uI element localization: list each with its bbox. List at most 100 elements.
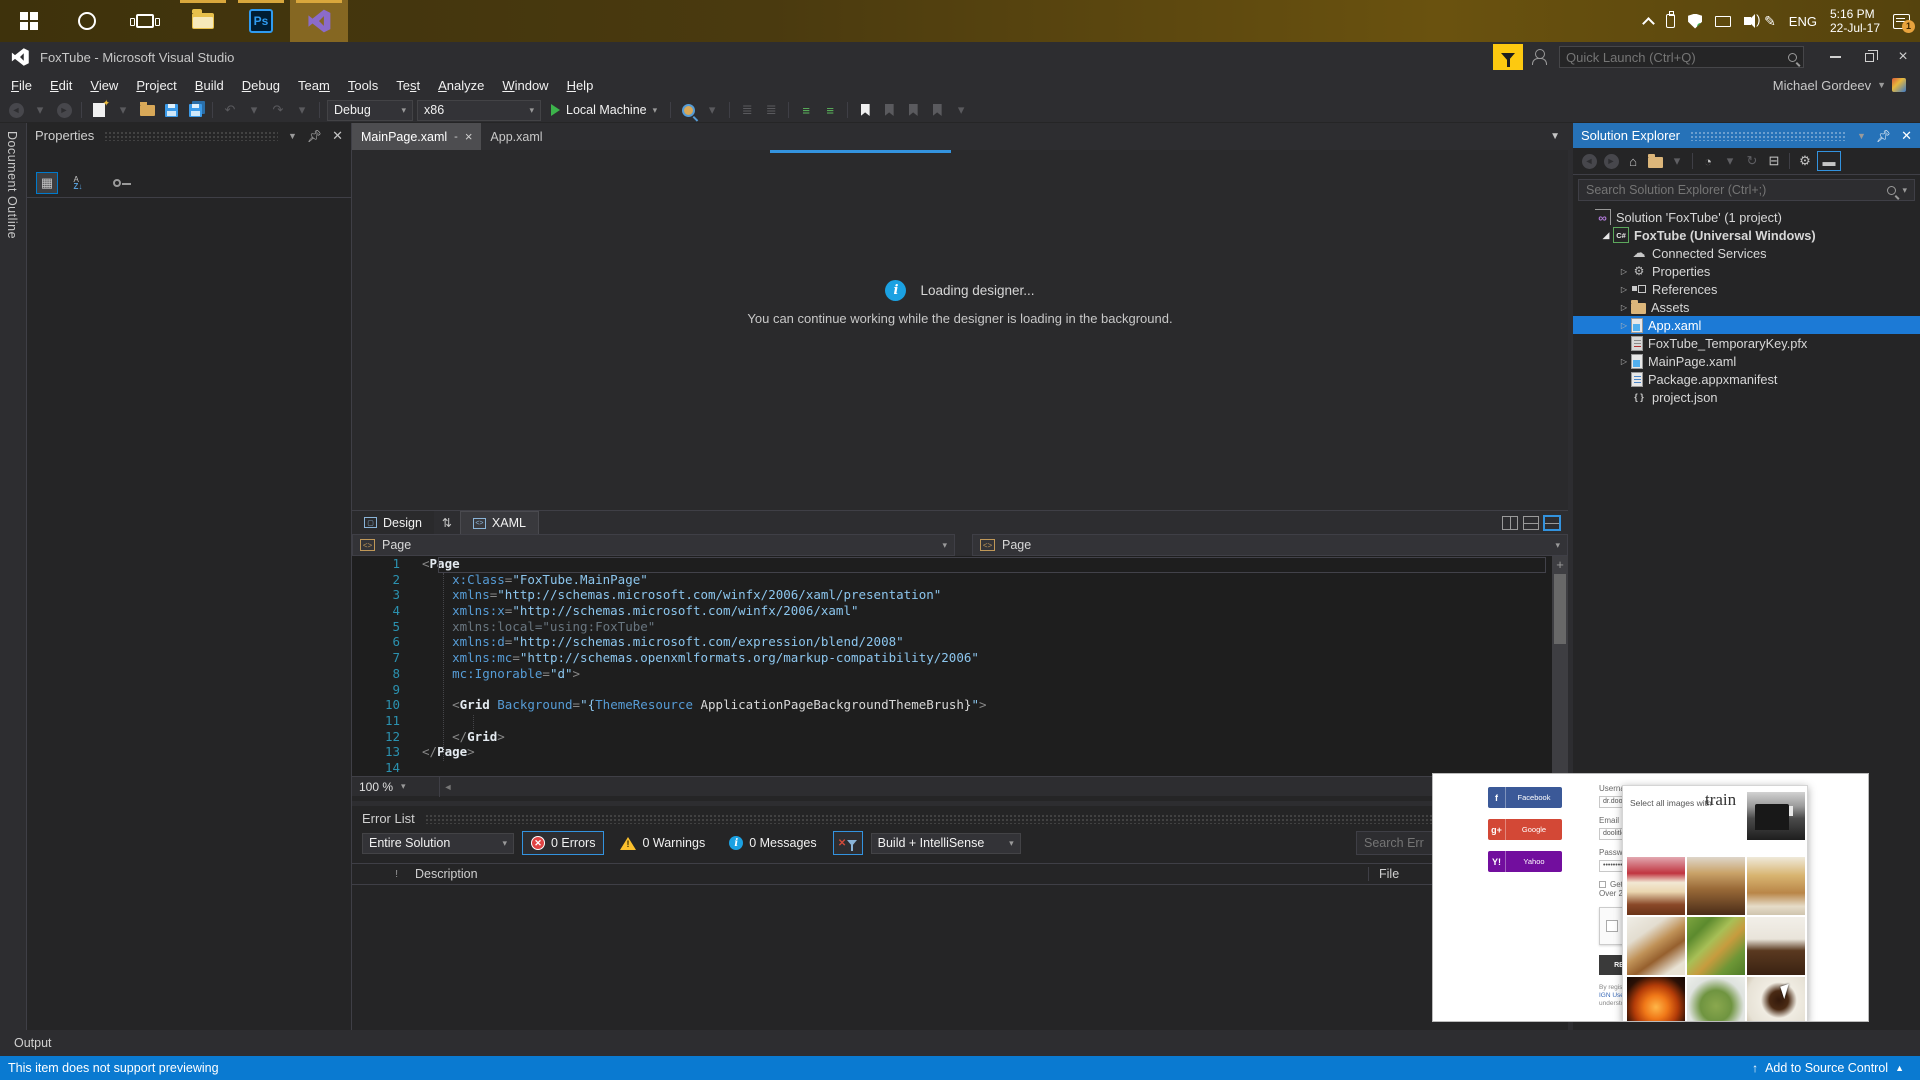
file-explorer-button[interactable]	[174, 0, 232, 42]
element-navigator-right[interactable]: <> Page ▾	[972, 534, 1568, 556]
menu-analyze[interactable]: Analyze	[429, 75, 493, 96]
redo-dropdown[interactable]: ▾	[292, 100, 312, 120]
pin-icon[interactable]: 📌︎	[1876, 129, 1891, 143]
tree-item-connected-services[interactable]: Connected Services	[1573, 244, 1920, 262]
tab-list-dropdown[interactable]: ▼	[1550, 131, 1568, 142]
video-overlay[interactable]: f Facebook g+ Google Y! Yahoo Userna dr.dool …	[1432, 773, 1869, 1022]
uncomment-button[interactable]: ≣	[761, 100, 781, 120]
document-tab-mainpage.xaml[interactable]: MainPage.xaml - ×	[352, 123, 482, 150]
pending-changes-filter-button[interactable]: ◔	[1698, 151, 1718, 171]
solution-platform-combo[interactable]: x86 ▾	[417, 99, 541, 121]
code-line[interactable]: 2 x:Class="FoxTube.MainPage"	[352, 572, 1568, 588]
captcha-tile-coffee-cup[interactable]	[1747, 977, 1805, 1021]
alphabetical-sort-button[interactable]: A Z↓	[67, 172, 89, 194]
properties-header[interactable]: Properties ▼ 📌︎ ✕	[27, 123, 351, 148]
menu-window[interactable]: Window	[493, 75, 557, 96]
menu-team[interactable]: Team	[289, 75, 339, 96]
tree-item-mainpage-xaml[interactable]: ▷ MainPage.xaml	[1573, 352, 1920, 370]
account-menu[interactable]: Michael Gordeev ▼	[1773, 78, 1920, 93]
undo-button[interactable]: ↶	[220, 100, 240, 120]
filter-button[interactable]: ✕	[832, 831, 863, 855]
start-button[interactable]	[0, 0, 58, 42]
refresh-button[interactable]: ↻	[1742, 151, 1762, 171]
code-line[interactable]: 12 </Grid>	[352, 729, 1568, 745]
tab-pin-icon[interactable]: -	[454, 131, 458, 143]
language-indicator[interactable]: ENG	[1789, 14, 1817, 29]
comment-button[interactable]: ≣	[737, 100, 757, 120]
next-bookmark-button[interactable]	[903, 100, 923, 120]
new-project-button[interactable]	[89, 98, 110, 120]
captcha-tile-breakfast[interactable]	[1627, 917, 1685, 975]
document-tab-app.xaml[interactable]: App.xaml	[481, 123, 551, 150]
tree-item-solution-foxtube-1-project-[interactable]: Solution 'FoxTube' (1 project)	[1573, 208, 1920, 226]
scrollbar-thumb[interactable]	[1554, 574, 1566, 644]
code-line[interactable]: 10 <Grid Background="{ThemeResource Appl…	[352, 697, 1568, 713]
horizontal-split-button[interactable]	[1523, 515, 1539, 530]
clock[interactable]: 5:16 PM 22-Jul-17	[1830, 7, 1880, 35]
photoshop-button[interactable]: Ps	[232, 0, 290, 42]
tray-chevron-icon[interactable]	[1642, 16, 1655, 30]
add-to-source-control[interactable]: ↑ Add to Source Control ▲	[1752, 1061, 1920, 1075]
pen-icon[interactable]: ✎	[1764, 13, 1776, 30]
notifications-person-icon[interactable]	[1531, 49, 1547, 65]
warnings-toggle[interactable]: 0 Warnings	[612, 831, 713, 855]
menu-build[interactable]: Build	[186, 75, 233, 96]
quick-launch-box[interactable]	[1559, 46, 1804, 68]
notification-center-icon[interactable]: 1	[1893, 13, 1915, 33]
element-navigator-left[interactable]: <> Page ▾	[352, 534, 955, 556]
home-button[interactable]: ⌂	[1623, 151, 1643, 171]
filter-dropdown[interactable]: ▾	[1720, 151, 1740, 171]
property-pages-button[interactable]	[106, 172, 131, 194]
sync-dropdown[interactable]: ▾	[1667, 151, 1687, 171]
code-line[interactable]: 7 xmlns:mc="http://schemas.openxmlformat…	[352, 650, 1568, 666]
tree-item-properties[interactable]: ▷ Properties	[1573, 262, 1920, 280]
close-icon[interactable]: ✕	[332, 128, 343, 144]
usb-icon[interactable]	[1666, 11, 1676, 28]
zoom-level-combo[interactable]: 100 % ▾	[352, 776, 440, 797]
intellisense-combo[interactable]: Build + IntelliSense ▾	[870, 832, 1021, 854]
captcha-tile-salt-lamp[interactable]	[1627, 977, 1685, 1021]
se-forward-button[interactable]: ►	[1601, 151, 1621, 171]
expander-icon[interactable]: ▷	[1617, 267, 1631, 276]
minimize-button[interactable]	[1818, 42, 1852, 72]
captcha-tile-salad-plate[interactable]	[1687, 977, 1745, 1021]
xaml-view-tab[interactable]: <> XAML	[459, 511, 539, 534]
menu-help[interactable]: Help	[558, 75, 603, 96]
menu-tools[interactable]: Tools	[339, 75, 387, 96]
window-position-dropdown[interactable]: ▼	[288, 131, 297, 141]
open-file-button[interactable]	[137, 100, 157, 120]
save-all-button[interactable]	[185, 100, 205, 120]
captcha-tile-pancakes[interactable]	[1747, 857, 1805, 915]
solution-configuration-combo[interactable]: Debug ▾	[327, 99, 413, 121]
newsletter-checkbox[interactable]	[1599, 881, 1606, 888]
expander-icon[interactable]: ▷	[1617, 321, 1631, 330]
code-line[interactable]: 11	[352, 713, 1568, 729]
splitter-grip-icon[interactable]: +	[1553, 558, 1567, 572]
expander-icon[interactable]: ◢	[1599, 230, 1613, 241]
sync-with-active-document-button[interactable]	[1645, 151, 1665, 171]
navigate-forward-button[interactable]: ►	[54, 100, 74, 120]
pin-icon[interactable]: 📌︎	[307, 129, 322, 143]
tree-item-project-json[interactable]: project.json	[1573, 388, 1920, 406]
menu-test[interactable]: Test	[387, 75, 429, 96]
undo-dropdown[interactable]: ▾	[244, 100, 264, 120]
decrease-indent-button[interactable]: ≡	[796, 100, 816, 120]
expander-icon[interactable]: ▷	[1617, 357, 1631, 366]
editor-vertical-scrollbar[interactable]	[1552, 556, 1568, 776]
find-dropdown[interactable]: ▾	[702, 100, 722, 120]
tree-item-foxtube-temporarykey-pfx[interactable]: FoxTube_TemporaryKey.pfx	[1573, 334, 1920, 352]
document-outline-tab[interactable]: Document Outline	[5, 131, 19, 239]
tree-item-assets[interactable]: ▷ Assets	[1573, 298, 1920, 316]
code-line[interactable]: 13 </Page>	[352, 744, 1568, 760]
security-shield-icon[interactable]	[1688, 13, 1703, 29]
errors-toggle[interactable]: ✕ 0 Errors	[522, 831, 605, 855]
clear-bookmarks-button[interactable]	[927, 100, 947, 120]
new-dropdown[interactable]: ▾	[113, 100, 133, 120]
menu-file[interactable]: File	[2, 75, 41, 96]
xaml-code-editor[interactable]: 1 <Page 2 x:Class="FoxTube.MainPage" 3 xmln…	[352, 556, 1568, 776]
se-search-input[interactable]	[1586, 183, 1882, 197]
expander-icon[interactable]: ▷	[1617, 303, 1631, 312]
code-line[interactable]: 4 xmlns:x="http://schemas.microsoft.com/…	[352, 603, 1568, 619]
restore-button[interactable]	[1852, 42, 1886, 72]
recaptcha-checkbox[interactable]	[1606, 920, 1618, 932]
